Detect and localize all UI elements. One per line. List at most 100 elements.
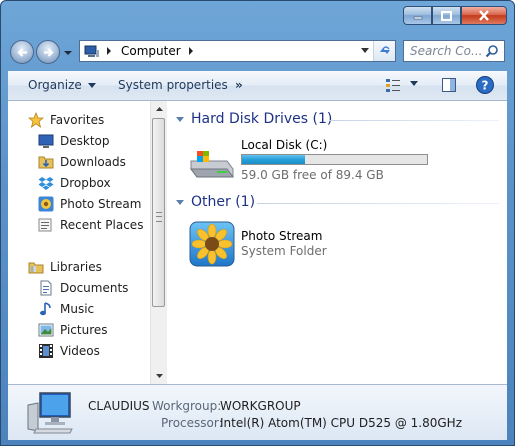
maximize-button[interactable] (432, 6, 461, 25)
nav-music-label: Music (60, 302, 95, 316)
photo-stream-type: System Folder (241, 244, 327, 258)
photo-stream-icon (189, 221, 235, 267)
nav-dropbox-label: Dropbox (60, 176, 111, 190)
more-commands-button[interactable]: » (235, 78, 243, 92)
group-divider (329, 120, 499, 121)
nav-dropbox[interactable]: Dropbox (38, 173, 111, 193)
refresh-button[interactable] (373, 41, 395, 61)
nav-photo-stream-label: Photo Stream (60, 197, 142, 211)
nav-pictures[interactable]: Pictures (38, 320, 108, 340)
computer-icon (27, 392, 73, 434)
music-icon (38, 301, 54, 317)
address-history-dropdown-icon[interactable] (361, 48, 369, 53)
search-box[interactable]: Search Co... (403, 40, 505, 62)
close-button[interactable] (461, 6, 507, 25)
nav-downloads-label: Downloads (60, 155, 126, 169)
group-header-other[interactable]: Other (1) (191, 194, 255, 210)
nav-desktop-label: Desktop (60, 134, 110, 148)
chevron-down-icon (410, 81, 418, 86)
address-bar[interactable]: Computer (79, 40, 396, 62)
forward-arrow-icon (44, 48, 54, 57)
star-icon (28, 112, 44, 128)
nav-documents-label: Documents (60, 281, 129, 295)
hard-drive-icon (190, 151, 234, 178)
scrollbar-thumb[interactable] (152, 118, 165, 307)
minimize-button[interactable] (403, 6, 432, 25)
photo-stream-icon (38, 196, 54, 212)
preview-pane-icon (442, 78, 456, 92)
drive-usage-fill (242, 155, 305, 164)
caption-buttons (403, 6, 507, 25)
organize-label: Organize (28, 78, 82, 92)
documents-icon (38, 280, 54, 296)
navigation-row: Computer Search Co... (1, 37, 514, 67)
scroll-down-arrow-icon (155, 374, 163, 378)
nav-recent-places[interactable]: Recent Places (38, 215, 143, 235)
scroll-down-button[interactable] (151, 368, 167, 384)
pictures-icon (38, 322, 54, 338)
nav-desktop[interactable]: Desktop (38, 131, 110, 151)
nav-favorites-header[interactable]: Favorites (28, 110, 104, 130)
dropbox-icon (38, 175, 54, 191)
nav-music[interactable]: Music (38, 299, 94, 319)
navigation-scrollbar[interactable] (150, 101, 167, 384)
explorer-window: Computer Search Co... Organize System pr… (0, 0, 515, 446)
libraries-icon (28, 259, 44, 275)
breadcrumb-chevron-icon[interactable] (106, 47, 112, 55)
chevron-down-icon (87, 82, 96, 88)
computer-name: CLAUDIUS (88, 399, 150, 413)
nav-recent-places-label: Recent Places (60, 218, 144, 232)
navigation-pane: Favorites Desktop Downloads Dropbox Phot… (8, 101, 150, 384)
svg-text:?: ? (482, 79, 489, 93)
nav-libraries-header[interactable]: Libraries (28, 257, 102, 277)
refresh-icon (379, 46, 390, 54)
favorites-label: Favorites (50, 113, 105, 127)
group-header-hard-disk-drives[interactable]: Hard Disk Drives (1) (191, 111, 332, 127)
libraries-label: Libraries (50, 260, 102, 274)
breadcrumb-chevron-icon[interactable] (188, 47, 194, 55)
view-dropdown-button[interactable] (410, 81, 418, 86)
group-divider (257, 203, 499, 204)
back-arrow-icon (17, 48, 27, 57)
maximize-icon (441, 10, 452, 21)
computer-small-icon (84, 45, 99, 57)
videos-icon (38, 343, 54, 359)
nav-photo-stream[interactable]: Photo Stream (38, 194, 141, 214)
search-icon[interactable] (485, 44, 499, 58)
help-icon: ? (476, 76, 494, 94)
nav-documents[interactable]: Documents (38, 278, 128, 298)
breadcrumb-computer[interactable]: Computer (121, 44, 181, 58)
group-header-label: Hard Disk Drives (1) (191, 111, 333, 127)
system-properties-label: System properties (118, 78, 228, 92)
nav-downloads[interactable]: Downloads (38, 152, 126, 172)
organize-menu[interactable]: Organize (28, 78, 96, 92)
content-pane: Hard Disk Drives (1) Local Disk (C:) 59.… (167, 101, 507, 384)
drive-usage-bar (241, 154, 428, 165)
workgroup-value: WORKGROUP (220, 399, 301, 413)
more-commands-label: » (235, 78, 243, 92)
nav-pictures-label: Pictures (60, 323, 108, 337)
collapse-chevron-icon[interactable] (176, 115, 184, 123)
photo-stream-name: Photo Stream (241, 229, 323, 243)
nav-videos[interactable]: Videos (38, 341, 100, 361)
forward-button[interactable] (36, 40, 60, 64)
close-icon (479, 10, 489, 21)
workgroup-label: Workgroup: (152, 399, 222, 413)
drive-free-space: 59.0 GB free of 89.4 GB (241, 168, 384, 182)
scroll-up-button[interactable] (151, 101, 167, 117)
help-button[interactable]: ? (475, 75, 495, 95)
recent-pages-dropdown-icon[interactable] (63, 48, 73, 58)
processor-label: Processor: (161, 416, 223, 430)
minimize-icon (413, 16, 422, 19)
collapse-chevron-icon[interactable] (176, 198, 184, 206)
drive-name: Local Disk (C:) (241, 138, 328, 152)
system-properties-button[interactable]: System properties (118, 78, 228, 92)
processor-value: Intel(R) Atom(TM) CPU D525 @ 1.80GHz (220, 416, 463, 430)
change-view-button[interactable] (385, 77, 401, 93)
scroll-up-arrow-icon (155, 107, 163, 111)
preview-pane-button[interactable] (441, 77, 457, 93)
back-button[interactable] (10, 40, 34, 64)
downloads-icon (38, 154, 54, 170)
view-options-icon (386, 79, 400, 92)
search-input[interactable]: Search Co... (410, 44, 482, 58)
